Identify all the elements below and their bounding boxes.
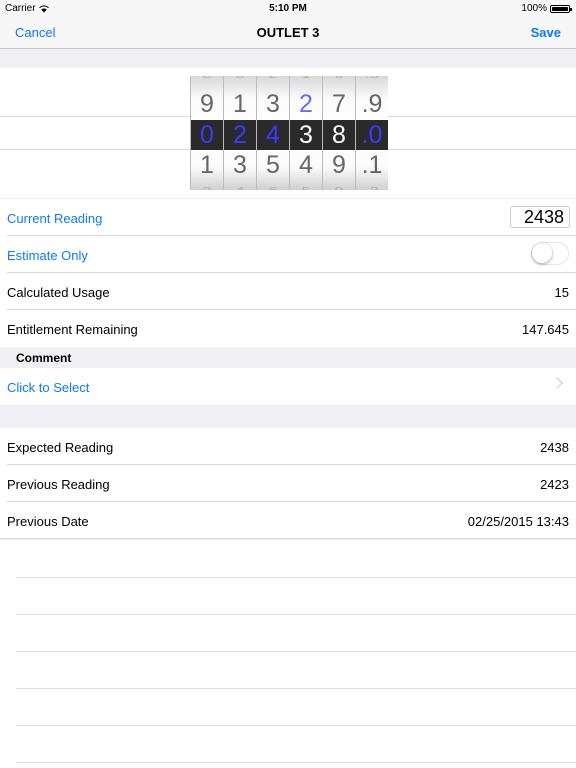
wheel-digit-selected: 3: [299, 121, 313, 149]
previous-date-label: Previous Date: [7, 514, 89, 529]
entitlement-remaining-label: Entitlement Remaining: [7, 322, 138, 337]
battery-icon: [550, 4, 572, 13]
wheel-digit: .9: [361, 90, 383, 118]
wheel-digit: 5: [290, 184, 322, 191]
wheel-digit-selected: .0: [361, 121, 383, 149]
status-right: 100%: [521, 3, 572, 14]
comment-header-label: Comment: [16, 351, 72, 365]
wheel-digit: 2: [191, 184, 223, 191]
status-bar: Carrier 5:10 PM 100%: [0, 0, 576, 16]
previous-date-value: 02/25/2015 13:43: [467, 514, 569, 529]
wheel-digit: 9: [200, 90, 214, 118]
wheel-digit: .2: [356, 184, 388, 191]
wheel-digit: 3: [233, 151, 247, 179]
wheel-digit: 8: [191, 76, 223, 83]
odometer-wheel-decimal[interactable]: .8 .9 .0 .1 .2: [355, 76, 388, 190]
previous-reading-row: Previous Reading 2423: [0, 465, 576, 502]
wheel-digit-selected: 8: [332, 121, 346, 149]
previous-date-row: Previous Date 02/25/2015 13:43: [0, 502, 576, 539]
current-reading-field[interactable]: 2438: [510, 206, 570, 228]
estimate-only-toggle[interactable]: [531, 242, 569, 265]
calculated-usage-row: Calculated Usage 15: [0, 273, 576, 310]
estimate-only-row: Estimate Only: [0, 236, 576, 273]
wheel-digit-selected: 4: [266, 121, 280, 149]
wheel-digit: 5: [266, 151, 280, 179]
wheel-digit: 6: [323, 76, 355, 83]
wheel-digit: 9: [332, 151, 346, 179]
odometer-wheel[interactable]: 8 9 0 1 2: [190, 76, 223, 190]
odometer-wheel[interactable]: 1 2 3 4 5: [289, 76, 322, 190]
status-time: 5:10 PM: [269, 3, 307, 14]
wheel-digit: 1: [200, 151, 214, 179]
chevron-right-icon: [551, 377, 563, 389]
click-to-select-row[interactable]: Click to Select: [0, 368, 576, 405]
expected-reading-value: 2438: [540, 440, 569, 455]
wheel-digit: 0: [224, 76, 256, 83]
wheel-digit: 1: [233, 90, 247, 118]
wheel-digit: 4: [299, 151, 313, 179]
odometer-picker[interactable]: 8 9 0 1 2 0 1 2 3 4 2 3 4 5 6 1 2 3 4: [0, 68, 576, 198]
navigation-bar: Cancel OUTLET 3 Save: [0, 16, 576, 49]
odometer-wheel[interactable]: 2 3 4 5 6: [256, 76, 289, 190]
page-title: OUTLET 3: [256, 25, 320, 40]
wheel-digit-selected: 0: [200, 121, 214, 149]
wheel-digit: 4: [224, 184, 256, 191]
odometer-wheel[interactable]: 6 7 8 9 0: [322, 76, 355, 190]
calculated-usage-value: 15: [554, 285, 569, 300]
wheel-digit: 2: [257, 76, 289, 83]
current-reading-label: Current Reading: [7, 211, 103, 226]
estimate-only-label: Estimate Only: [7, 248, 88, 263]
empty-table-area: [0, 540, 576, 768]
expected-reading-row: Expected Reading 2438: [0, 428, 576, 465]
wheel-digit: 0: [323, 184, 355, 191]
previous-reading-value: 2423: [540, 477, 569, 492]
entitlement-remaining-row: Entitlement Remaining 147.645: [0, 310, 576, 347]
save-button[interactable]: Save: [531, 25, 561, 40]
wheel-digit: 6: [257, 184, 289, 191]
comment-section-header: Comment: [0, 347, 576, 368]
wheel-digit: 1: [290, 76, 322, 83]
current-reading-row: Current Reading 2438: [0, 199, 576, 236]
odometer-wheel[interactable]: 0 1 2 3 4: [223, 76, 256, 190]
previous-reading-label: Previous Reading: [7, 477, 110, 492]
odometer-wheels: 8 9 0 1 2 0 1 2 3 4 2 3 4 5 6 1 2 3 4: [190, 76, 388, 190]
wheel-digit: 2: [299, 90, 313, 118]
calculated-usage-label: Calculated Usage: [7, 285, 110, 300]
wheel-digit: 7: [332, 90, 346, 118]
expected-reading-label: Expected Reading: [7, 440, 114, 455]
entitlement-remaining-value: 147.645: [522, 322, 569, 337]
click-to-select-label[interactable]: Click to Select: [7, 380, 89, 395]
wheel-digit-selected: 2: [233, 121, 247, 149]
wheel-digit: .1: [361, 151, 383, 179]
battery-percent: 100%: [521, 3, 547, 14]
wheel-digit: .8: [356, 76, 388, 83]
wheel-digit: 3: [266, 90, 280, 118]
